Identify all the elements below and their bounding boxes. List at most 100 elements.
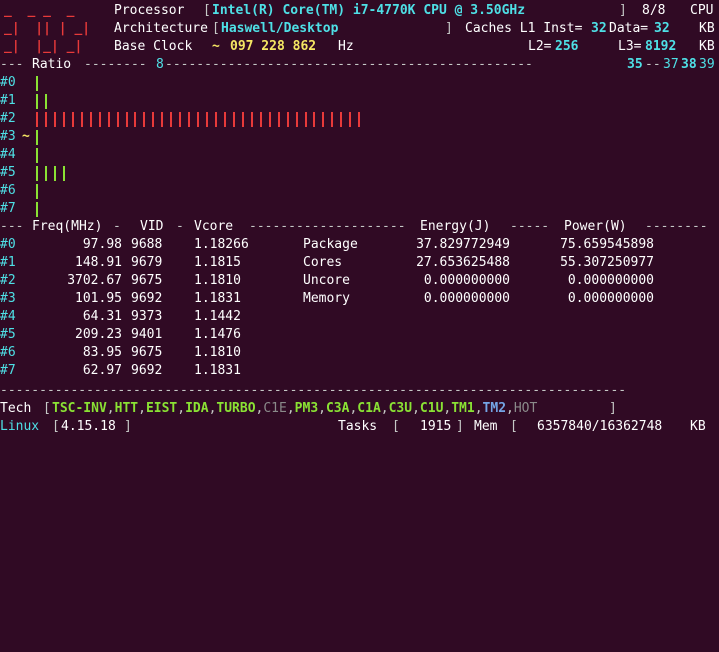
tech-flag: TSC-INV	[52, 401, 107, 416]
table-row: #4 64.31 9373 1.1442	[0, 308, 719, 326]
ratio-tick	[89, 112, 92, 127]
core-id: #7	[0, 363, 16, 378]
table-row: #2 3702.67 9675 1.1810 Uncore 0.000000000 0.00…	[0, 272, 719, 290]
tech-flag: TM1	[451, 401, 475, 416]
logo-line-3: _| |_| _|	[4, 39, 83, 54]
os-name: Linux	[0, 419, 40, 434]
corefreq-terminal: { "logo": ["_ _ _ _", "_| || | _|", "_| …	[0, 0, 719, 434]
ratio-tick	[62, 112, 65, 127]
header-row-1: _ _ _ _ Processor [ Intel(R) Core(TM) i7…	[4, 3, 714, 18]
vcore-value: 1.1831	[194, 291, 241, 306]
base-clock-tilde: ~	[212, 39, 220, 54]
l1-inst-value: 32	[591, 21, 607, 36]
freq-value: 209.23	[75, 327, 122, 342]
tech-flags: TSC-INV,HTT,EIST,IDA,TURBO,C1E,PM3,C3A,C…	[52, 400, 537, 418]
freq-value: 97.98	[82, 237, 122, 252]
energy-label: Uncore	[303, 273, 350, 288]
energy-header: Energy(J)	[420, 219, 491, 234]
power-header: Power(W)	[564, 219, 627, 234]
freq-value: 101.95	[75, 291, 122, 306]
vid-value: 9688	[131, 237, 163, 252]
ratio-tick	[215, 112, 217, 127]
ratio-row: #5	[0, 164, 719, 182]
vcore-value: 1.1810	[194, 273, 241, 288]
core-id: #5	[0, 165, 16, 180]
ratio-tick	[125, 112, 128, 127]
ratio-tick	[53, 112, 56, 127]
ratio-tick	[286, 112, 289, 127]
tech-flag: EIST	[145, 401, 178, 416]
processor-value: Intel(R) Core(TM) i7-4770K CPU @ 3.50GHz	[212, 3, 526, 18]
freq-value: 62.97	[82, 363, 122, 378]
vid-header: VID	[140, 219, 164, 234]
l1-data-value: 32	[654, 21, 670, 36]
ratio-tick	[331, 112, 334, 127]
tech-flag: PM3	[294, 401, 319, 416]
tech-flag: HTT	[114, 401, 139, 416]
core-id: #2	[0, 273, 16, 288]
ratio-prefix: ~	[22, 129, 30, 144]
tech-flag: IDA	[185, 401, 209, 416]
freq-value: 148.91	[75, 255, 122, 270]
ratio-mark-35: 35	[627, 57, 643, 72]
power-value: 75.659545898	[560, 237, 654, 252]
flag-separator: ,	[506, 401, 514, 416]
energy-value: 0.000000000	[423, 273, 510, 288]
flag-separator: ,	[412, 401, 420, 416]
tech-flag: TM2	[482, 401, 507, 416]
ratio-row: #6	[0, 182, 719, 200]
architecture-label: Architecture	[114, 21, 208, 36]
ratio-row: #1	[0, 92, 719, 110]
ratio-tick	[179, 112, 182, 127]
ratio-tick	[349, 112, 352, 127]
power-value: 55.307250977	[560, 255, 654, 270]
ratio-tick	[232, 112, 235, 127]
core-id: #2	[0, 111, 16, 126]
flag-separator: ,	[318, 401, 326, 416]
mem-label: Mem	[474, 419, 498, 434]
power-value: 0.000000000	[567, 291, 654, 306]
energy-value: 0.000000000	[423, 291, 510, 306]
vcore-value: 1.18266	[194, 237, 249, 252]
table-row: #5 209.23 9401 1.1476	[0, 326, 719, 344]
energy-value: 27.653625488	[416, 255, 510, 270]
freq-value: 64.31	[82, 309, 122, 324]
ratio-tick	[322, 112, 325, 127]
ratio-label: Ratio	[32, 57, 72, 72]
freq-value: 83.95	[82, 345, 122, 360]
base-clock-unit: Hz	[338, 39, 354, 54]
caches-label: Caches L1 Inst=	[465, 21, 583, 36]
table-row: #0 97.98 9688 1.18266 Package 37.829772949 75.…	[0, 236, 719, 254]
ratio-tick	[250, 112, 253, 127]
bottom-separator: ----------------------------------------…	[0, 383, 627, 398]
flag-separator: ,	[177, 401, 186, 416]
table-row: #1 148.91 9679 1.1815 Cores 27.653625488 55.30…	[0, 254, 719, 272]
core-id: #1	[0, 255, 16, 270]
ratio-tick	[170, 112, 173, 127]
ratio-tick	[143, 112, 146, 127]
tech-flag: C1U	[419, 401, 444, 416]
ratio-tick	[206, 112, 209, 127]
ratio-mark-38: 38	[681, 57, 697, 72]
ratio-tick	[268, 112, 271, 127]
ratio-tick	[107, 112, 110, 127]
energy-label: Package	[303, 237, 358, 252]
ratio-tick	[295, 112, 298, 127]
logo-line-2: _| || | _|	[4, 21, 91, 36]
core-id: #6	[0, 345, 16, 360]
vcore-value: 1.1810	[194, 345, 241, 360]
core-id: #7	[0, 201, 16, 216]
ratio-tick	[80, 112, 83, 127]
header-row-3: _| |_| _| Base Clock ~ 097 228 862 Hz L2…	[0, 38, 719, 56]
vid-value: 9675	[131, 273, 163, 288]
ratio-tick	[188, 112, 191, 127]
tech-label: Tech	[0, 401, 32, 416]
ratio-row: #3 ~	[0, 128, 719, 146]
ratio-tick	[36, 130, 38, 145]
ratio-row: #0	[0, 74, 719, 92]
core-id: #5	[0, 327, 16, 342]
ratio-tick	[161, 112, 164, 127]
core-id: #0	[0, 75, 16, 90]
architecture-value: Haswell/Desktop	[221, 21, 339, 36]
tech-flag: C1A	[357, 401, 381, 416]
